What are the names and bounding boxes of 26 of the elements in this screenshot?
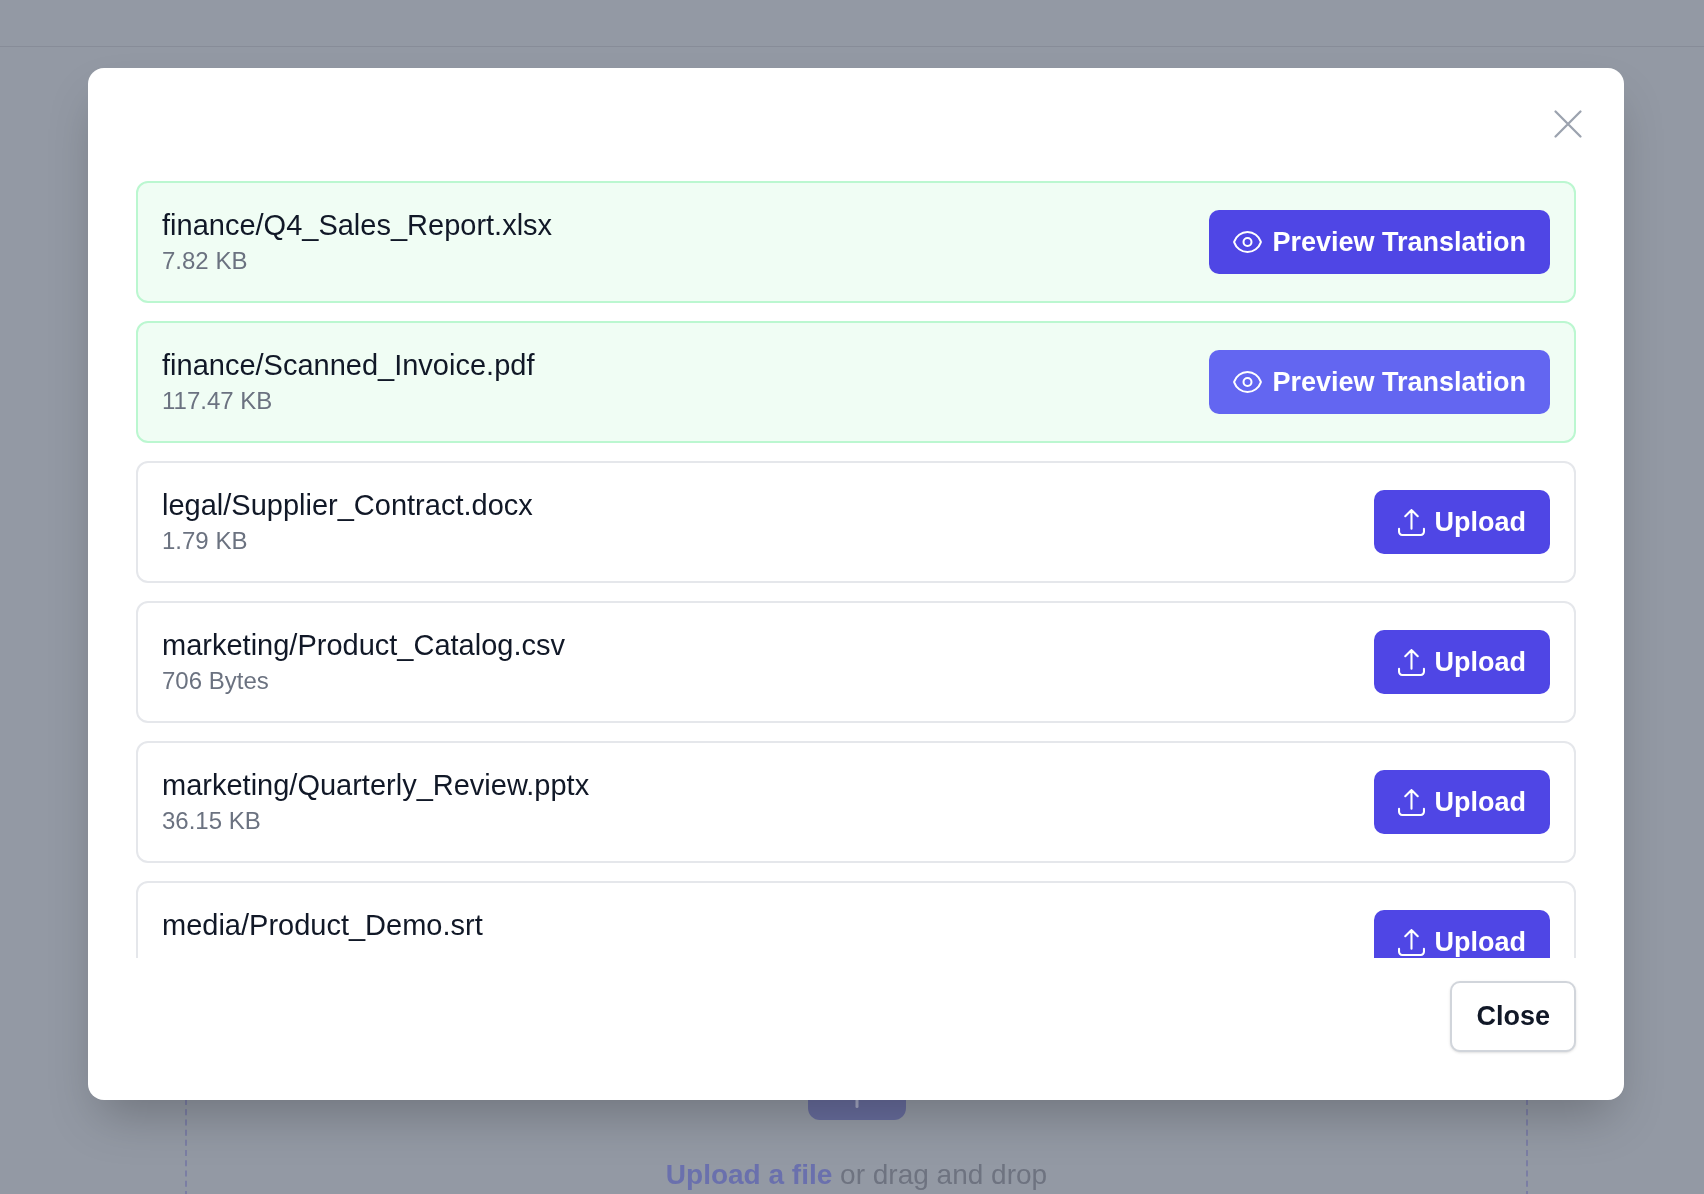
file-name: finance/Scanned_Invoice.pdf — [162, 348, 535, 382]
upload-icon — [1397, 648, 1425, 676]
file-name: marketing/Quarterly_Review.pptx — [162, 768, 590, 802]
file-name: media/Product_Demo.srt — [162, 908, 483, 942]
upload-button[interactable]: Upload — [1373, 910, 1550, 958]
preview-button[interactable]: Preview Translation — [1209, 210, 1550, 274]
upload-icon — [1397, 788, 1425, 816]
eye-icon — [1233, 371, 1263, 393]
close-icon — [1554, 110, 1582, 138]
file-size: 7.82 KB — [162, 246, 249, 276]
file-name: marketing/Product_Catalog.csv — [162, 628, 565, 662]
upload-button[interactable]: Upload — [1373, 490, 1550, 554]
upload-button[interactable]: Upload — [1373, 630, 1550, 694]
upload-icon — [1397, 928, 1425, 956]
upload-button[interactable]: Upload — [1373, 770, 1550, 834]
eye-icon — [1233, 231, 1263, 253]
file-name: legal/Supplier_Contract.docx — [162, 488, 533, 522]
preview-button[interactable]: Preview Translation — [1209, 350, 1550, 414]
file-size: 117.47 KB — [162, 386, 274, 416]
file-size: 706 Bytes — [162, 666, 270, 696]
tile-icon — [807, 1099, 906, 1120]
file-size: 1.79 KB — [162, 526, 249, 556]
close-dialog-button[interactable]: Close — [1450, 981, 1576, 1052]
file-size: 36.15 KB — [162, 806, 262, 836]
upload-icon — [1397, 508, 1425, 536]
file-name: finance/Q4_Sales_Report.xlsx — [162, 208, 553, 242]
